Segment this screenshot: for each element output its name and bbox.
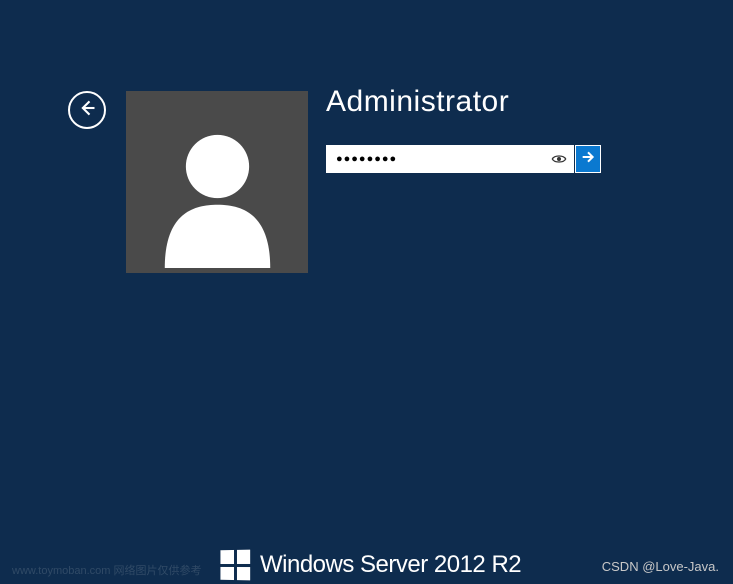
user-avatar <box>126 91 308 273</box>
password-row: ●●●●●●●● <box>326 145 601 173</box>
back-button[interactable] <box>68 91 106 129</box>
watermark-right: CSDN @Love-Java. <box>602 559 719 574</box>
os-product-name: Windows Server 2012 R2 <box>260 551 521 579</box>
submit-login-button[interactable] <box>575 145 601 173</box>
password-input[interactable]: ●●●●●●●● <box>326 145 574 173</box>
os-branding: Windows Server 2012 R2 <box>220 550 521 580</box>
login-form: Administrator ●●●●●●●● <box>326 85 601 173</box>
submit-arrow-icon <box>580 149 596 170</box>
windows-logo-icon <box>220 550 250 581</box>
back-arrow-icon <box>77 98 97 123</box>
username-label: Administrator <box>326 85 601 119</box>
user-silhouette-icon <box>145 123 290 273</box>
reveal-password-icon[interactable] <box>550 150 568 168</box>
watermark-left: www.toymoban.com 网络图片仅供参考 <box>12 562 201 578</box>
password-mask: ●●●●●●●● <box>336 153 397 165</box>
